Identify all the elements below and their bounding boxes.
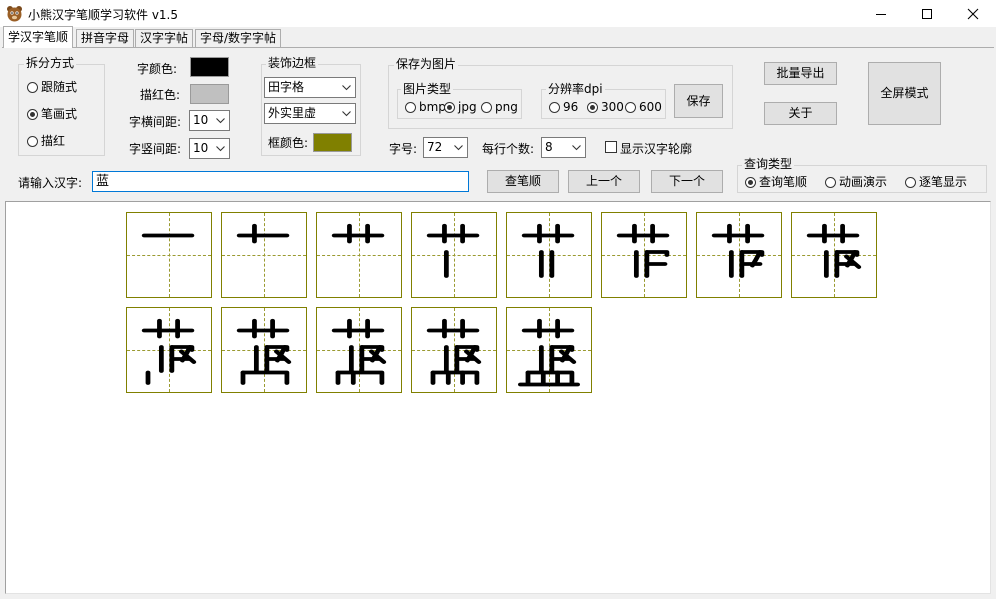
image-type-png-radio[interactable]: png [481,100,518,114]
tab-hanzi-copybook[interactable]: 汉字字帖 [135,29,194,47]
lookup-button[interactable]: 查笔顺 [487,170,559,193]
dpi-title: 分辨率dpi [546,82,605,96]
dpi-300-radio[interactable]: 300 [587,100,624,114]
stroke-step-cell [506,212,592,298]
show-outline-label: 显示汉字轮廓 [620,142,693,156]
stroke-step-glyph [806,223,862,278]
per-row-select[interactable]: 8 [541,137,586,158]
stroke-step-glyph [236,223,290,244]
prev-button[interactable]: 上一个 [568,170,640,193]
close-button[interactable] [950,0,996,27]
chevron-down-icon [572,145,581,151]
stroke-step-glyph [521,223,575,278]
stroke-step-glyph [331,318,387,385]
trace-color-swatch[interactable] [190,84,229,104]
stroke-step-cell [221,212,307,298]
stroke-step-cell [791,212,877,298]
line-style-select[interactable]: 外实里虚 [264,103,356,124]
fullscreen-button[interactable]: 全屏模式 [868,62,941,125]
minimize-button[interactable] [858,0,904,27]
trace-color-label: 描红色: [140,88,181,102]
window-title: 小熊汉字笔顺学习软件 v1.5 [28,8,179,22]
tab-letter-digit-copybook[interactable]: 字母/数字字帖 [195,29,282,47]
char-input-label: 请输入汉字: [18,176,83,190]
frame-color-swatch[interactable] [313,133,352,152]
chevron-down-icon [342,85,351,91]
split-mode-trace-radio[interactable]: 描红 [27,134,65,148]
char-input[interactable]: 蓝 [92,171,469,192]
image-type-bmp-radio[interactable]: bmp [405,100,446,114]
close-icon [967,8,979,19]
stroke-step-glyph [141,318,197,385]
chevron-down-icon [216,118,225,124]
maximize-icon [922,8,932,19]
h-spacing-select[interactable]: 10 [189,110,230,131]
stroke-step-glyph [141,233,195,238]
show-outline-checkbox[interactable] [605,141,617,153]
stroke-path [525,370,575,385]
stroke-step-glyph [331,223,385,244]
stroke-step-cell [601,212,687,298]
h-spacing-label: 字横间距: [129,115,182,129]
stroke-step-glyph [517,318,581,387]
dpi-96-radio[interactable]: 96 [549,100,578,114]
chevron-down-icon [216,146,225,152]
stroke-step-cell [221,307,307,393]
stroke-step-cell [696,212,782,298]
save-button[interactable]: 保存 [674,84,723,118]
image-type-title: 图片类型 [401,82,454,96]
stroke-step-glyph [616,223,670,278]
save-image-title: 保存为图片 [394,57,459,71]
border-group-title: 装饰边框 [266,56,319,70]
split-mode-follow-radio[interactable]: 跟随式 [27,80,77,94]
font-size-select[interactable]: 72 [423,137,468,158]
per-row-label: 每行个数: [482,142,535,156]
query-type-title: 查询类型 [742,157,795,171]
tab-panel-border [2,47,994,48]
font-size-label: 字号: [389,142,418,156]
chevron-down-icon [342,111,351,117]
split-mode-title: 拆分方式 [24,56,77,70]
v-spacing-label: 字竖间距: [129,142,182,156]
stroke-path [644,250,670,266]
frame-color-label: 框颜色: [268,136,309,150]
bear-logo-icon [6,5,23,22]
v-spacing-select[interactable]: 10 [189,138,230,159]
char-color-swatch[interactable] [190,57,229,77]
image-type-jpg-radio[interactable]: jpg [444,100,477,114]
query-stepwise-radio[interactable]: 逐笔显示 [905,175,967,189]
stroke-step-cell [126,307,212,393]
stroke-step-cell [316,307,402,393]
next-button[interactable]: 下一个 [651,170,723,193]
query-animation-radio[interactable]: 动画演示 [825,175,887,189]
stroke-step-cell [126,212,212,298]
about-button[interactable]: 关于 [764,102,837,125]
stroke-step-cell [506,307,592,393]
stroke-step-cell [316,212,402,298]
query-stroke-order-radio[interactable]: 查询笔顺 [745,175,807,189]
minimize-icon [876,13,886,15]
stroke-step-glyph [426,318,482,385]
stroke-step-glyph [426,223,480,278]
grid-style-select[interactable]: 田字格 [264,77,356,98]
batch-export-button[interactable]: 批量导出 [764,62,837,85]
stroke-order-canvas [5,201,991,594]
tab-pinyin[interactable]: 拼音字母 [76,29,135,47]
char-color-label: 字颜色: [137,62,178,76]
stroke-step-glyph [711,223,765,278]
stroke-step-glyph [236,318,292,385]
stroke-path [430,370,480,385]
chevron-down-icon [454,145,463,151]
stroke-path [335,370,385,385]
tab-stroke-order[interactable]: 学汉字笔顺 [3,26,74,48]
stroke-step-cell [411,307,497,393]
stroke-path [240,370,290,385]
maximize-button[interactable] [904,0,950,27]
dpi-600-radio[interactable]: 600 [625,100,662,114]
stroke-step-cell [411,212,497,298]
split-mode-stroke-radio[interactable]: 笔画式 [27,107,77,121]
